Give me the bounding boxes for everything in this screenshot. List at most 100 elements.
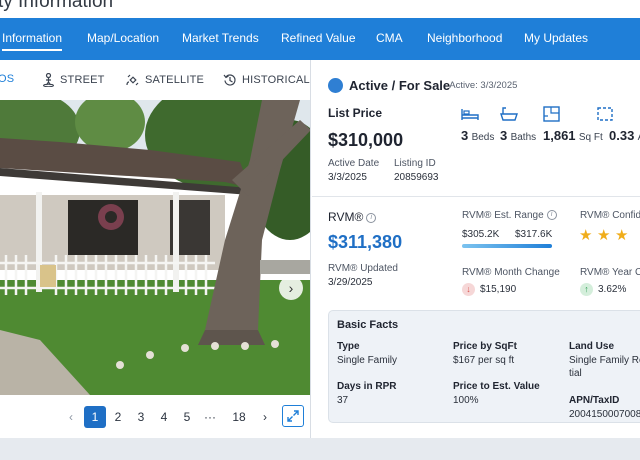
section-nav: Information Map/Location Market Trends R… (0, 18, 640, 60)
tab-historical[interactable]: HISTORICAL (223, 73, 310, 87)
beds-value: 3 (461, 128, 469, 143)
arrow-up-icon: ↑ (580, 283, 593, 296)
satellite-icon (126, 74, 139, 86)
page-header: ty Information (0, 0, 640, 18)
star-icon: ★ (579, 227, 593, 244)
history-icon (223, 74, 236, 86)
status-date-text: Active: 3/3/2025 (449, 80, 518, 91)
tab-map-location[interactable]: Map/Location (87, 31, 159, 45)
star-icon: ★ (615, 227, 629, 244)
info-icon[interactable]: i (546, 210, 557, 221)
price-sqft-label: Price by SqFt (453, 341, 517, 352)
next-page-button[interactable]: › (254, 406, 276, 428)
star-icon: ★ (597, 227, 611, 244)
status-dot (328, 78, 343, 93)
page-2-button[interactable]: 2 (107, 406, 129, 428)
page-4-button[interactable]: 4 (153, 406, 175, 428)
price-sqft-value: $167 per sq ft (453, 355, 515, 366)
section-divider (312, 196, 640, 197)
list-price-label: List Price (328, 106, 383, 120)
tab-street-label: STREET (60, 74, 105, 86)
tab-cma[interactable]: CMA (376, 31, 403, 45)
sqft-unit: Sq Ft (578, 132, 603, 143)
page-title: ty Information (0, 0, 114, 12)
active-date-label: Active Date (328, 158, 380, 169)
land-use-label: Land Use (569, 341, 615, 352)
type-value: Single Family (337, 355, 398, 366)
tab-photos[interactable]: OS (0, 73, 14, 85)
rvm-range-low: $305.2K (462, 229, 500, 240)
prev-page-button[interactable]: ‹ (60, 406, 82, 428)
rvm-year-change-label: RVM® Year Ch (580, 267, 640, 278)
rvm-updated-label: RVM® Updated (328, 263, 398, 274)
page-3-button[interactable]: 3 (130, 406, 152, 428)
rvm-confidence-label: RVM® Confide (580, 210, 640, 221)
baths-unit: Baths (510, 132, 537, 143)
arrow-down-icon: ↓ (462, 283, 475, 296)
info-icon[interactable]: i (366, 212, 377, 223)
fullscreen-button[interactable] (282, 405, 304, 427)
chevron-left-icon: ‹ (69, 410, 73, 424)
expand-icon (287, 410, 299, 422)
rvm-month-change-value: $15,190 (480, 284, 517, 295)
details-panel: Active / For Sale · Active: 3/3/2025 Lis… (312, 60, 640, 438)
lot-icon (597, 107, 613, 121)
floorplan-icon (543, 106, 560, 122)
baths-feature: 3 Baths (500, 128, 536, 143)
sqft-feature: 1,861 Sq Ft (543, 128, 603, 143)
land-use-line2: tial (569, 368, 582, 379)
basic-facts-card: Basic Facts Type Single Family Price by … (328, 310, 640, 423)
bathtub-icon (500, 107, 518, 121)
listing-id-value: 20859693 (394, 172, 439, 183)
baths-value: 3 (500, 128, 508, 143)
property-photo[interactable]: › (0, 100, 310, 395)
tab-historical-label: HISTORICAL (242, 74, 310, 86)
beds-feature: 3 Beds (461, 128, 494, 143)
lot-feature: 0.33 A (609, 128, 640, 143)
tab-neighborhood[interactable]: Neighborhood (427, 31, 502, 45)
tab-my-updates[interactable]: My Updates (524, 31, 588, 45)
days-rpr-value: 37 (337, 395, 349, 406)
rvm-range-bar (462, 244, 552, 248)
next-photo-button[interactable]: › (279, 276, 303, 300)
property-main: OS STREET SATELLITE HISTORICAL (0, 60, 640, 438)
tab-satellite[interactable]: SATELLITE (126, 73, 204, 87)
rvm-label: RVM® (328, 210, 364, 224)
photo-panel: OS STREET SATELLITE HISTORICAL (0, 60, 311, 438)
basic-facts-title: Basic Facts (337, 319, 399, 331)
status-date: · Active: 3/3/2025 (444, 80, 518, 91)
lot-value: 0.33 (609, 128, 635, 143)
days-rpr-label: Days in RPR (337, 381, 397, 392)
listing-id-label: Listing ID (394, 158, 436, 169)
page-1-button[interactable]: 1 (84, 406, 106, 428)
bed-icon (461, 109, 479, 120)
page-5-button[interactable]: 5 (176, 406, 198, 428)
price-est-value: 100% (453, 395, 479, 406)
rvm-updated-value: 3/29/2025 (328, 277, 373, 288)
type-label: Type (337, 341, 360, 352)
rvm-value: $311,380 (328, 232, 403, 252)
page-18-button[interactable]: 18 (226, 406, 252, 428)
page-ellipsis: ··· (204, 410, 216, 424)
price-est-label: Price to Est. Value (453, 381, 540, 392)
tab-refined-value[interactable]: Refined Value (281, 31, 356, 45)
tab-market-trends[interactable]: Market Trends (182, 31, 259, 45)
person-icon (43, 73, 54, 87)
rvm-heading: RVM® i (328, 210, 377, 224)
apn-label: APN/TaxID (569, 395, 620, 406)
list-price: $310,000 (328, 130, 404, 150)
tab-street[interactable]: STREET (42, 73, 105, 87)
chevron-right-icon: › (288, 280, 294, 296)
beds-unit: Beds (471, 132, 495, 143)
rvm-range-heading: RVM® Est. Range i (462, 210, 557, 221)
photo-pagination: ‹ 1 2 3 4 5 ··· 18 › (0, 404, 310, 428)
rvm-range-high: $317.6K (515, 229, 553, 240)
tab-information[interactable]: Information (2, 31, 63, 51)
active-date-value: 3/3/2025 (328, 172, 367, 183)
tab-photos-label: OS (0, 73, 15, 85)
land-use-line1: Single Family Re (569, 355, 640, 366)
rvm-range-label: RVM® Est. Range (462, 210, 544, 221)
page-footer (0, 438, 640, 460)
status-label: Active / For Sale (349, 78, 451, 93)
sqft-value: 1,861 (543, 128, 576, 143)
